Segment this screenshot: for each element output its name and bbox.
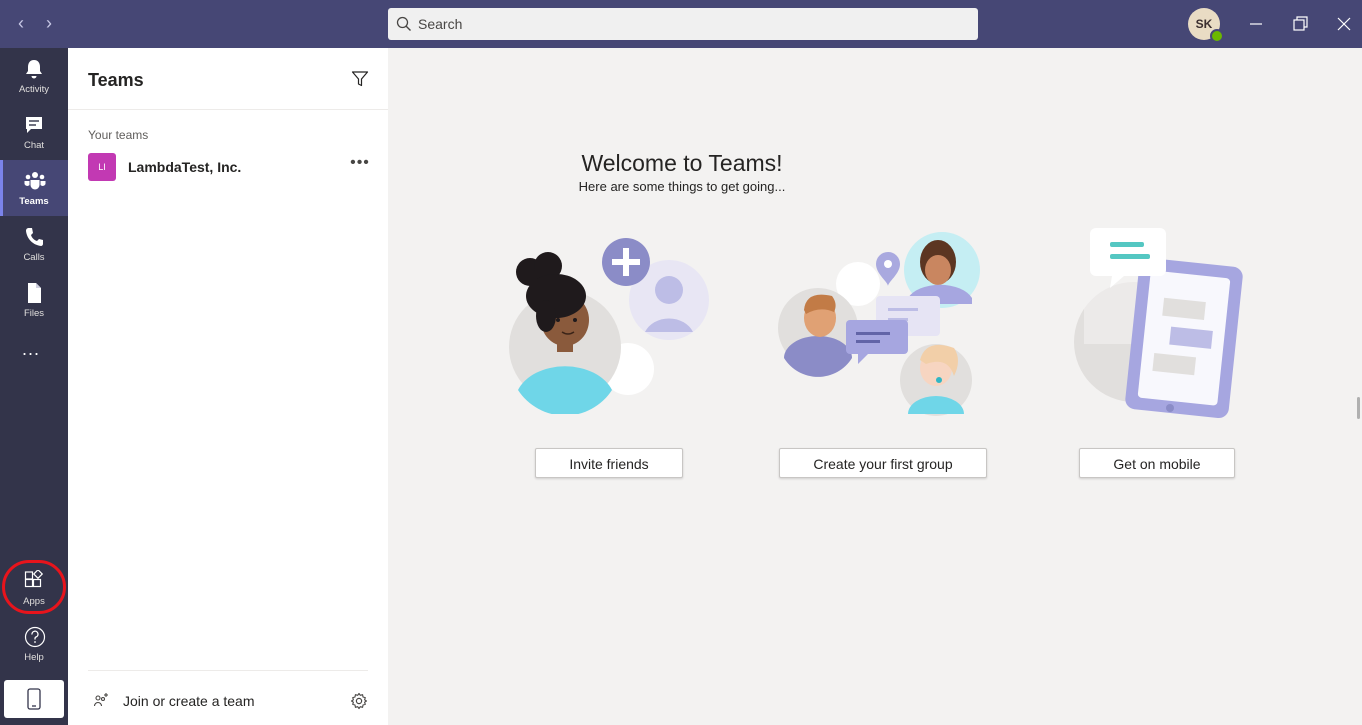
gear-icon[interactable] bbox=[350, 692, 368, 710]
section-label: Your teams bbox=[88, 128, 149, 142]
divider bbox=[68, 109, 388, 110]
rail-item-activity[interactable]: Activity bbox=[0, 48, 68, 104]
apps-highlight-circle bbox=[2, 560, 66, 614]
rail-item-label: Files bbox=[23, 308, 45, 319]
create-group-illustration bbox=[778, 232, 980, 416]
join-or-create-team-button[interactable]: Join or create a team bbox=[92, 688, 292, 714]
add-team-icon bbox=[93, 693, 108, 707]
file-icon bbox=[28, 283, 41, 303]
scrollbar-thumb[interactable] bbox=[1357, 397, 1360, 419]
phone-icon bbox=[26, 228, 43, 246]
rail-item-label: Chat bbox=[23, 140, 45, 151]
forward-arrow-icon[interactable]: › bbox=[38, 12, 60, 34]
rail-item-label: Help bbox=[24, 652, 44, 663]
get-on-mobile-button[interactable]: Get on mobile bbox=[1079, 448, 1235, 478]
teams-panel: Teams Your teams LI LambdaTest, Inc. •••… bbox=[68, 48, 388, 725]
rail-item-chat[interactable]: Chat bbox=[0, 104, 68, 160]
active-indicator bbox=[0, 160, 3, 216]
restore-icon[interactable] bbox=[1290, 14, 1310, 34]
search-input[interactable] bbox=[418, 8, 958, 40]
rail-item-teams[interactable]: Teams bbox=[0, 160, 68, 216]
avatar-initials: SK bbox=[1195, 17, 1213, 31]
back-arrow-icon[interactable]: ‹ bbox=[10, 12, 32, 34]
divider bbox=[88, 670, 368, 671]
page-subtitle: Here are some things to get going... bbox=[578, 179, 786, 194]
help-icon bbox=[24, 626, 46, 648]
close-icon[interactable] bbox=[1334, 14, 1354, 34]
rail-item-help[interactable]: Help bbox=[0, 616, 68, 672]
minimize-icon[interactable] bbox=[1246, 14, 1266, 34]
rail-item-label: Calls bbox=[23, 252, 45, 263]
team-avatar: LI bbox=[88, 153, 116, 181]
chat-icon bbox=[26, 117, 42, 133]
rail-item-label: Activity bbox=[18, 84, 50, 95]
team-list-item[interactable]: LI LambdaTest, Inc. ••• bbox=[68, 150, 388, 186]
invite-friends-button[interactable]: Invite friends bbox=[535, 448, 683, 478]
download-mobile-button[interactable] bbox=[4, 680, 64, 718]
mobile-phone-icon bbox=[27, 688, 41, 710]
invite-friends-illustration bbox=[509, 238, 709, 414]
team-name: LambdaTest, Inc. bbox=[128, 159, 242, 175]
panel-title: Teams bbox=[88, 70, 144, 90]
more-options-icon[interactable]: ••• bbox=[348, 155, 372, 176]
page-title: Welcome to Teams! bbox=[581, 150, 783, 176]
presence-available-icon bbox=[1210, 29, 1224, 43]
search-icon bbox=[396, 16, 411, 31]
title-bar: ‹ › SK bbox=[0, 0, 1362, 48]
rail-item-files[interactable]: Files bbox=[0, 272, 68, 328]
get-mobile-illustration bbox=[1074, 228, 1243, 419]
search-box[interactable] bbox=[388, 8, 978, 40]
app-rail: Activity Chat Teams Calls Files ... Apps… bbox=[0, 48, 68, 725]
teams-icon bbox=[24, 172, 46, 190]
avatar[interactable]: SK bbox=[1188, 8, 1224, 43]
rail-item-label: Teams bbox=[19, 196, 49, 207]
filter-icon[interactable] bbox=[351, 70, 369, 88]
rail-item-calls[interactable]: Calls bbox=[0, 216, 68, 272]
join-label: Join or create a team bbox=[123, 693, 255, 709]
more-apps-icon[interactable]: ... bbox=[22, 340, 46, 360]
bell-icon bbox=[26, 60, 42, 79]
create-first-group-button[interactable]: Create your first group bbox=[779, 448, 987, 478]
